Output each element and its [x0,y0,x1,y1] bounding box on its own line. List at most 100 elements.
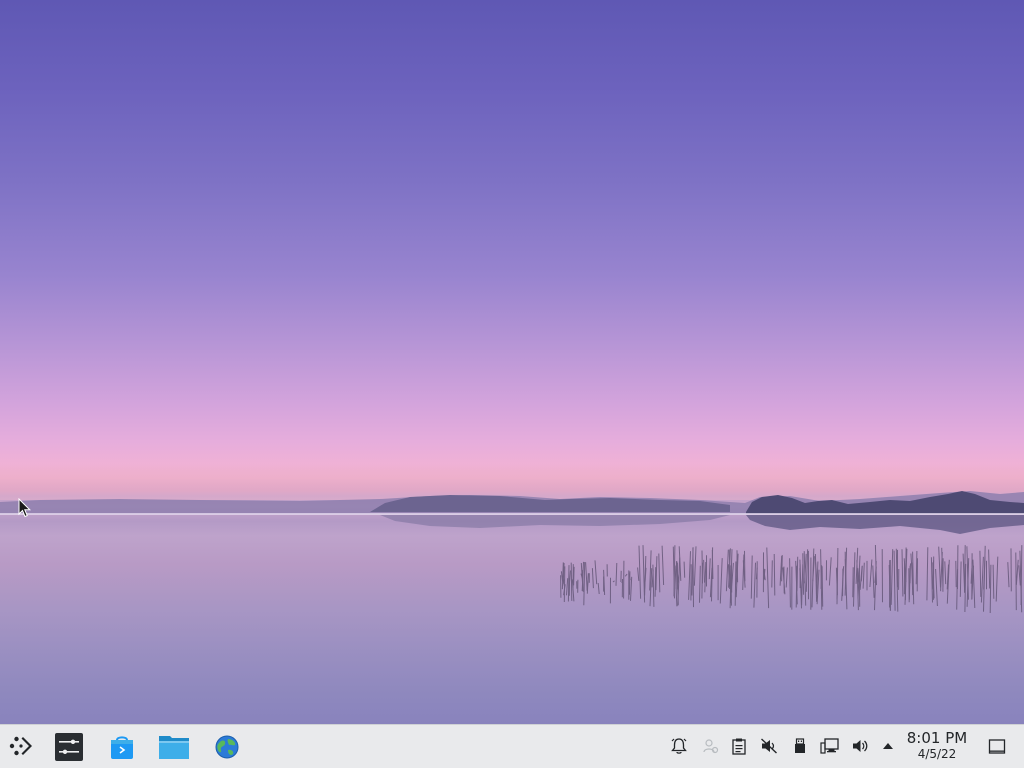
application-launcher-icon [8,733,34,759]
reed-stalk [639,546,641,599]
reed-stalk [829,557,831,585]
reed-stalk [638,568,639,581]
reed-stalk [873,566,874,598]
reed-stalk [631,577,632,601]
network-button[interactable] [819,735,841,757]
reed-stalk [821,565,822,589]
web-browser-icon [213,733,241,761]
muted-audio-button[interactable] [758,735,780,757]
discover-button[interactable] [105,730,139,764]
kde-connect-icon [701,737,719,755]
clock-date: 4/5/22 [900,747,974,761]
reed-stalk [561,571,562,581]
reed-stalk [677,562,678,605]
kde-connect-button[interactable] [699,735,721,757]
reed-stalk [564,566,565,602]
notifications-bell-icon [670,737,688,755]
reed-stalk [927,547,928,600]
usb-device-button[interactable] [789,735,811,757]
reed-stalk [569,571,570,585]
reed-stalk [802,564,803,605]
reed-stalk [916,551,917,584]
discover-icon [108,733,136,761]
reed-stalk [574,567,575,586]
web-browser-button[interactable] [210,730,244,764]
notifications-button[interactable] [668,735,690,757]
reed-stalk [702,551,703,584]
horizon-mist [0,455,1024,500]
reed-stalk [655,567,656,597]
clipboard-button[interactable] [728,735,750,757]
taskbar-panel: 8:01 PM 4/5/22 [0,724,1024,768]
volume-icon [851,737,869,755]
reed-stalk [870,560,872,588]
reed-stalk [902,549,903,596]
reed-stalk [571,563,572,601]
reed-stalk [790,558,791,607]
lake-scene: (function(){ var g = document.currentScr… [0,0,1024,724]
reed-stalk [989,550,990,589]
reed-stalk [700,566,701,603]
reed-stalk [939,547,941,588]
reed-stalk [584,562,585,605]
show-desktop-icon [988,738,1006,756]
show-desktop-button[interactable] [986,736,1008,758]
hills-reflection [380,515,730,528]
show-hidden-tray-button[interactable] [877,735,899,757]
water-edge [0,513,1024,515]
reed-stalk [616,563,617,586]
reed-stalk [592,568,593,588]
reed-stalk [803,553,804,595]
reed-stalk [705,562,706,592]
reed-stalk [837,568,838,599]
reed-stalk [720,558,722,603]
reed-stalk [1021,545,1022,605]
digital-clock[interactable]: 8:01 PM 4/5/22 [900,729,974,761]
reed-stalk [996,557,998,602]
reed-stalk [936,569,938,606]
reed-stalk [990,565,991,613]
reed-stalk [965,545,966,593]
reed-stalk [960,562,961,597]
network-wired-icon [820,737,840,755]
reed-stalk [598,583,599,594]
reed-stalk [767,548,769,609]
reed-stalk [863,563,864,589]
reed-stalk [945,561,946,584]
reed-stalk [709,558,710,579]
reed-stalk [772,560,773,587]
clipboard-icon [730,737,748,755]
reed-stalk [659,554,660,593]
reed-stalk [595,560,597,584]
reed-stalk [693,548,694,607]
reed-stalk [694,546,696,585]
application-launcher-button[interactable] [4,729,38,763]
reed-stalk [704,560,705,583]
reed-stalk [993,565,994,599]
dolphin-file-manager-icon [158,733,190,761]
reed-stalk [786,568,787,588]
system-settings-icon [55,733,83,761]
reed-stalk [643,545,645,602]
reed-stalk [613,581,615,582]
reed-stalk [822,566,823,606]
reed-stalk [774,554,775,596]
dolphin-file-manager-button[interactable] [157,730,191,764]
reed-stalk [1008,562,1009,587]
reed-stalk [909,566,910,600]
reed-stalk [981,557,983,603]
islands-reflection [746,515,1024,534]
reed-stalk [587,573,588,594]
reed-stalk [854,552,855,606]
reed-stalk [684,562,685,578]
reed-stalk [891,549,893,605]
reed-stalk [875,561,877,610]
reed-stalk [812,549,814,608]
desktop-wallpaper: (function(){ var g = document.currentScr… [0,0,1024,724]
reed-stalk [980,551,981,597]
reed-stalk [797,557,798,592]
mouse-cursor-icon [18,498,32,518]
system-settings-button[interactable] [52,730,86,764]
volume-button[interactable] [849,735,871,757]
reed-stalk [1016,560,1018,585]
